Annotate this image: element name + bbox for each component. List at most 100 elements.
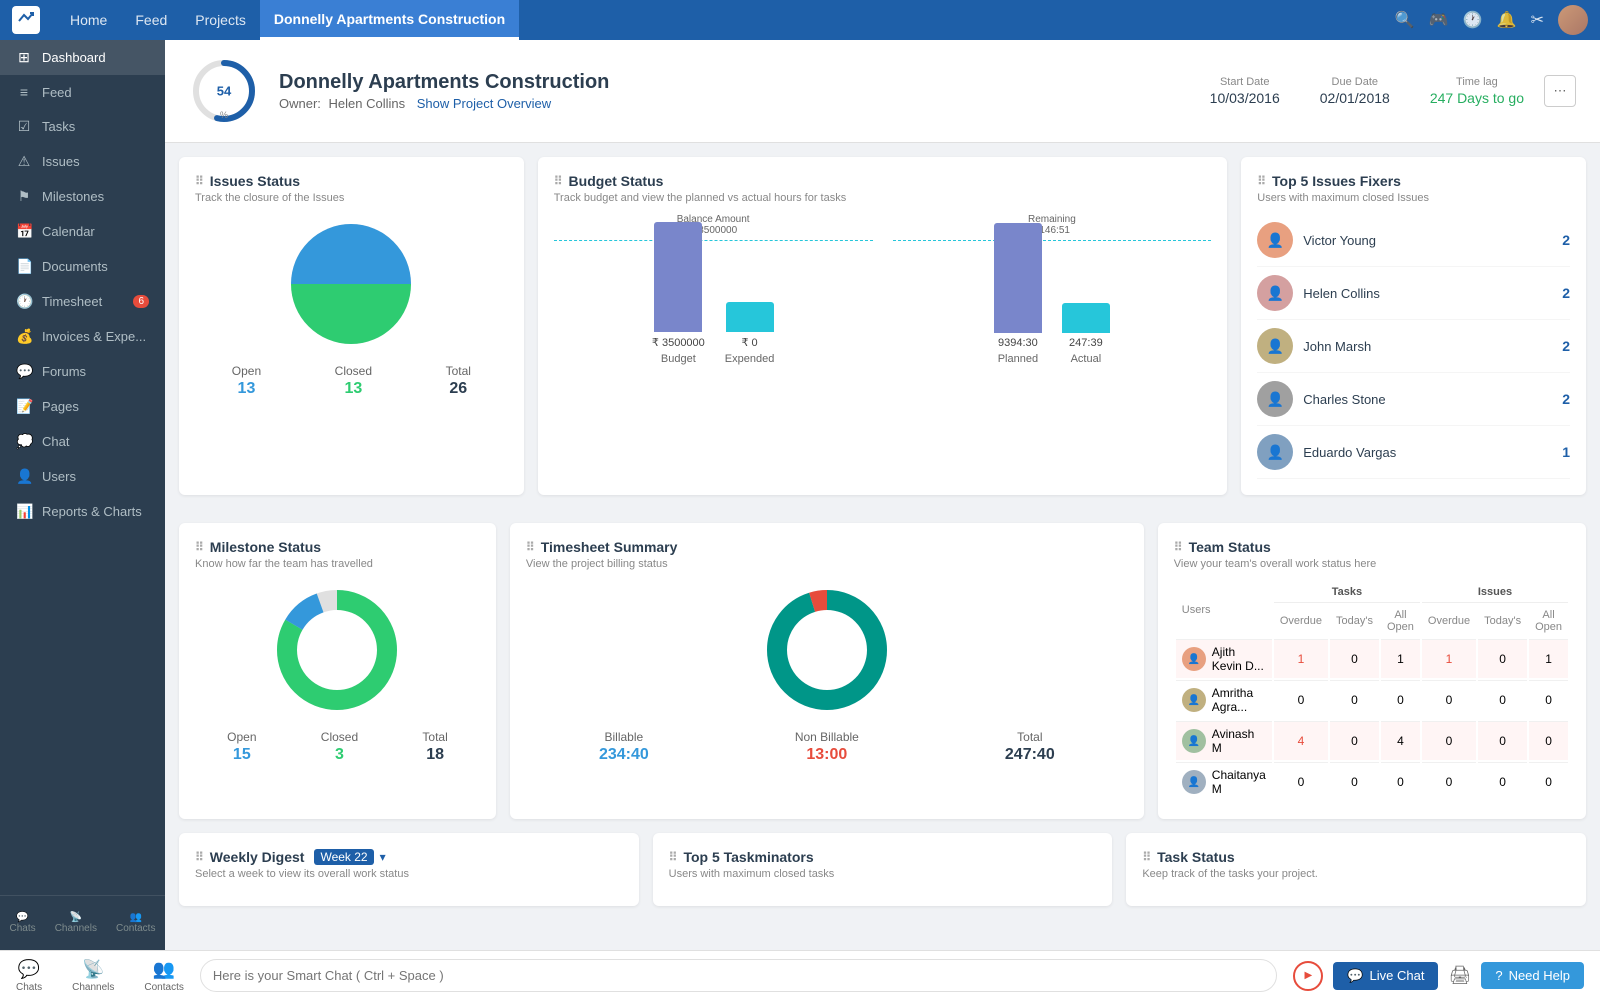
issues-status-title: Issues Status [195, 173, 508, 189]
sidebar-item-users[interactable]: 👤 Users [0, 459, 165, 494]
issues-closed: Closed 13 [335, 364, 372, 398]
time-lag-item: Time lag 247 Days to go [1430, 76, 1524, 106]
issues-open-header: All Open [1529, 605, 1568, 637]
sidebar-item-issues[interactable]: ⚠ Issues [0, 144, 165, 179]
timesheet-billable: Billable 234:40 [599, 730, 649, 764]
dashboard-icon: ⊞ [16, 49, 32, 66]
bottom-chats[interactable]: 💬 Chats [16, 959, 42, 993]
sidebar-item-timesheet[interactable]: 🕐 Timesheet 6 [0, 284, 165, 319]
timesheet-summary-subtitle: View the project billing status [526, 558, 1128, 570]
dashboard-row-2: Milestone Status Know how far the team h… [165, 509, 1600, 833]
sidebar-item-chat[interactable]: 💭 Chat [0, 424, 165, 459]
project-header: 54 % Donnelly Apartments Construction Ow… [165, 40, 1600, 143]
milestone-closed: Closed 3 [321, 730, 358, 764]
user-avatar-top[interactable] [1558, 5, 1588, 35]
bottom-bar: 💬 Chats 📡 Channels 👥 Contacts ▶ 💬 Live C… [0, 950, 1600, 1000]
team-row-3: 👤Chaitanya M000000 [1176, 762, 1568, 801]
progress-circle: 54 % [189, 56, 259, 126]
game-icon[interactable]: 🎮 [1429, 10, 1449, 30]
project-owner: Owner: Helen Collins Show Project Overvi… [279, 96, 1190, 111]
users-icon: 👤 [16, 468, 32, 485]
team-status-subtitle: View your team's overall work status her… [1174, 558, 1570, 570]
print-icon[interactable]: 🖨 [1448, 965, 1471, 986]
pages-icon: 📝 [16, 398, 32, 415]
bottom-channels[interactable]: 📡 Channels [72, 959, 114, 993]
week-badge: Week 22 [314, 849, 373, 865]
sidebar-item-forums[interactable]: 💬 Forums [0, 354, 165, 389]
reports-icon: 📊 [16, 503, 32, 520]
bottom-contacts[interactable]: 👥 Contacts [144, 959, 183, 993]
fixer-avatar-1: 👤 [1257, 275, 1293, 311]
sidebar: ⊞ Dashboard ≡ Feed ☑ Tasks ⚠ Issues ⚑ Mi… [0, 40, 165, 950]
top5-fixers-card: Top 5 Issues Fixers Users with maximum c… [1241, 157, 1586, 495]
sidebar-bottom-contacts[interactable]: 👥 Contacts [116, 906, 155, 940]
contacts-bottom-icon: 👥 [130, 912, 142, 923]
bell-icon[interactable]: 🔔 [1497, 10, 1517, 30]
app-logo[interactable] [12, 6, 40, 34]
documents-icon: 📄 [16, 258, 32, 275]
tasks-today-header: Today's [1330, 605, 1379, 637]
fixer-item-1: 👤 Helen Collins 2 [1257, 267, 1570, 320]
issues-open: Open 13 [232, 364, 261, 398]
dashboard-row-3: Weekly Digest Week 22 ▾ Select a week to… [165, 833, 1600, 920]
nav-feed[interactable]: Feed [121, 0, 181, 40]
sidebar-bottom-chats[interactable]: 💬 Chats [10, 906, 36, 940]
invoices-icon: 💰 [16, 328, 32, 345]
planned-bar [994, 223, 1042, 333]
remaining-label: Remaining9146:51 [893, 214, 1212, 236]
smart-chat-input[interactable] [200, 959, 1278, 992]
milestone-labels: Open 15 Closed 3 Total 18 [195, 730, 480, 764]
week-dropdown[interactable]: ▾ [380, 850, 386, 864]
sidebar-item-dashboard[interactable]: ⊞ Dashboard [0, 40, 165, 75]
live-chat-icon: 💬 [1347, 968, 1363, 984]
sidebar-item-feed[interactable]: ≡ Feed [0, 75, 165, 109]
team-user-0: 👤Ajith Kevin D... [1176, 639, 1272, 678]
timesheet-icon: 🕐 [16, 293, 32, 310]
top5-fixers-subtitle: Users with maximum closed Issues [1257, 192, 1570, 204]
smart-chat-container[interactable] [200, 959, 1278, 992]
search-icon[interactable]: 🔍 [1395, 10, 1415, 30]
task-status-card: Task Status Keep track of the tasks your… [1126, 833, 1586, 906]
live-chat-button[interactable]: 💬 Live Chat [1333, 962, 1438, 990]
sidebar-item-milestones[interactable]: ⚑ Milestones [0, 179, 165, 214]
fixer-item-2: 👤 John Marsh 2 [1257, 320, 1570, 373]
bottom-chat-icon: 💬 [18, 959, 40, 980]
nav-current-project[interactable]: Donnelly Apartments Construction [260, 0, 519, 40]
show-project-overview-link[interactable]: Show Project Overview [417, 96, 551, 111]
weekly-digest-header: Weekly Digest Week 22 ▾ [195, 849, 623, 865]
sidebar-item-calendar[interactable]: 📅 Calendar [0, 214, 165, 249]
main-layout: ⊞ Dashboard ≡ Feed ☑ Tasks ⚠ Issues ⚑ Mi… [0, 40, 1600, 950]
sidebar-item-invoices[interactable]: 💰 Invoices & Expe... [0, 319, 165, 354]
sidebar-item-reports[interactable]: 📊 Reports & Charts [0, 494, 165, 529]
need-help-button[interactable]: ? Need Help [1481, 962, 1584, 989]
tools-icon[interactable]: ✂ [1531, 10, 1544, 30]
sidebar-item-pages[interactable]: 📝 Pages [0, 389, 165, 424]
budget-bar [654, 222, 702, 332]
timesheet-total: Total 247:40 [1005, 730, 1055, 764]
sidebar-bottom-channels[interactable]: 📡 Channels [55, 906, 97, 940]
fixer-count-3: 2 [1562, 391, 1570, 407]
top5-taskminators-card: Top 5 Taskminators Users with maximum cl… [653, 833, 1113, 906]
play-button[interactable]: ▶ [1293, 961, 1323, 991]
milestone-donut [195, 580, 480, 720]
bottom-channels-icon: 📡 [82, 959, 104, 980]
more-options-button[interactable]: ⋯ [1544, 75, 1576, 107]
milestones-icon: ⚑ [16, 188, 32, 205]
issues-status-subtitle: Track the closure of the Issues [195, 192, 508, 204]
fixer-name-3: Charles Stone [1303, 392, 1552, 407]
balance-label: Balance Amount₹ 3500000 [554, 214, 873, 236]
fixer-count-2: 2 [1562, 338, 1570, 354]
top-navigation: Home Feed Projects Donnelly Apartments C… [0, 0, 1600, 40]
bottom-contacts-icon: 👥 [153, 959, 175, 980]
sidebar-item-documents[interactable]: 📄 Documents [0, 249, 165, 284]
fixer-name-4: Eduardo Vargas [1303, 445, 1552, 460]
timesheet-donut [526, 580, 1128, 720]
issues-icon: ⚠ [16, 153, 32, 170]
clock-icon[interactable]: 🕐 [1463, 10, 1483, 30]
fixer-count-0: 2 [1562, 232, 1570, 248]
nav-home[interactable]: Home [56, 0, 121, 40]
sidebar-item-tasks[interactable]: ☑ Tasks [0, 109, 165, 144]
nav-projects[interactable]: Projects [181, 0, 260, 40]
fixer-avatar-2: 👤 [1257, 328, 1293, 364]
users-col-header: Users [1176, 582, 1272, 637]
